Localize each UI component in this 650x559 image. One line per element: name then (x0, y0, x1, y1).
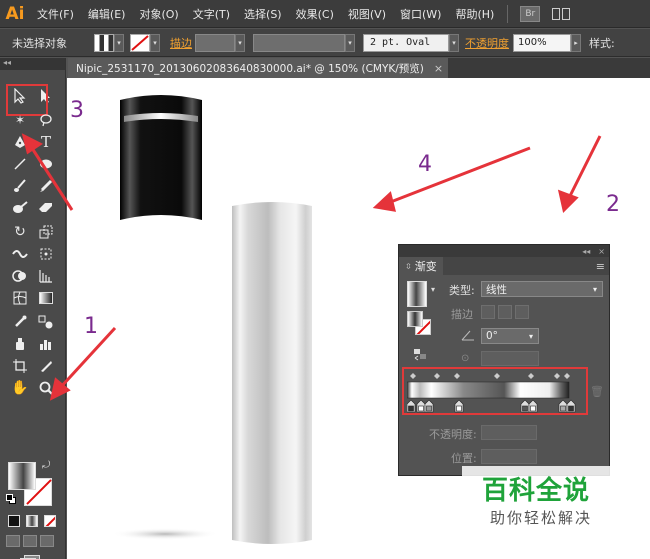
tab-arrows-icon: ⇳ (405, 261, 412, 271)
color-stops (407, 399, 576, 413)
gradient-panel-tabs: ⇳ 渐变 ≡ (399, 257, 609, 275)
opacity-label: 不透明度: (429, 428, 477, 441)
gradient-panel-header: ◂◂ × (399, 245, 609, 257)
angle-icon (461, 329, 475, 344)
midpoint-diamonds (410, 373, 570, 379)
stop-opacity-field (481, 425, 537, 440)
stroke-within-icon[interactable] (481, 305, 495, 319)
annotation-number-3: 3 (70, 98, 84, 123)
gradient-preview-dropdown-icon[interactable]: ▾ (431, 285, 435, 294)
delete-stop-icon[interactable]: 🗑 (590, 385, 604, 398)
stroke-along-icon[interactable] (498, 305, 512, 319)
annotation-number-1: 1 (84, 314, 98, 339)
panel-menu-icon[interactable]: ≡ (596, 260, 605, 273)
annotation-number-4: 4 (418, 152, 432, 177)
stroke-gradient-options (481, 305, 529, 319)
location-label: 位置: (451, 452, 477, 465)
annotation-number-2: 2 (606, 192, 620, 217)
gradient-slider[interactable] (407, 371, 585, 413)
gradient-type-select[interactable]: 线性 ▾ (481, 281, 603, 297)
angle-field[interactable]: 0° ▾ (481, 328, 539, 344)
tab-gradient[interactable]: ⇳ 渐变 (399, 257, 443, 275)
panel-collapse-icon[interactable]: ◂◂ (582, 247, 590, 256)
aspect-ratio-icon: ⊙ (461, 353, 470, 364)
chevron-down-icon: ▾ (528, 331, 533, 341)
gradient-panel: ◂◂ × ⇳ 渐变 ≡ ▾ 类型: 线性 ▾ 描边 0° ▾ ⊙ 🗑 不透明度:… (398, 244, 610, 476)
aspect-ratio-field (481, 351, 539, 366)
stop-location-field (481, 449, 537, 464)
angle-value: 0° (486, 330, 498, 342)
watermark-subtitle: 助你轻松解决 (490, 509, 593, 527)
gradient-type-value: 线性 (486, 283, 507, 296)
panel-close-icon[interactable]: × (598, 247, 605, 256)
reverse-gradient-icon[interactable] (413, 347, 427, 364)
gradient-preview-swatch[interactable] (407, 281, 427, 307)
panel-fill-stroke-icon[interactable] (407, 311, 433, 337)
stroke-across-icon[interactable] (515, 305, 529, 319)
stroke-label: 描边 (451, 308, 473, 321)
watermark-title: 百科全说 (482, 476, 591, 506)
type-label: 类型: (449, 284, 475, 297)
chevron-down-icon: ▾ (592, 284, 597, 294)
tab-gradient-label: 渐变 (414, 260, 437, 273)
